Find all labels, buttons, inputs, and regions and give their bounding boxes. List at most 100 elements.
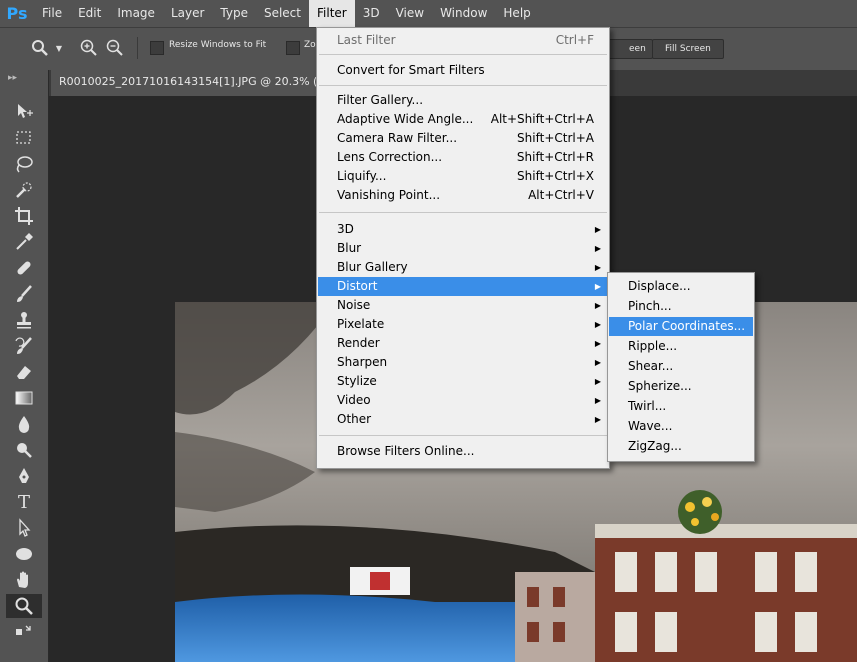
menu-window[interactable]: Window [432,0,495,27]
pen-tool-icon[interactable] [6,464,42,488]
shortcut-label: Shift+Ctrl+X [517,169,594,183]
submenu-item-wave[interactable]: Wave... [609,417,753,436]
menu-separator [319,435,607,436]
submenu-item-ripple[interactable]: Ripple... [609,337,753,356]
menu-item-noise[interactable]: Noise ▶ [318,296,608,315]
menu-item-label: Wave... [628,419,673,433]
menu-image[interactable]: Image [109,0,163,27]
marquee-tool-icon[interactable] [6,126,42,150]
zoom-tool-icon[interactable] [6,594,42,618]
menu-edit[interactable]: Edit [70,0,109,27]
menu-item-label: Convert for Smart Filters [337,63,485,77]
menu-item-3d[interactable]: 3D ▶ [318,220,608,239]
menu-file[interactable]: File [34,0,70,27]
menu-item-label: Video [337,393,371,407]
menu-select[interactable]: Select [256,0,309,27]
submenu-item-polar-coordinates[interactable]: Polar Coordinates... [609,317,753,336]
tools-panel: ▸▸ T [0,70,49,662]
menu-item-vanishing-point[interactable]: Vanishing Point... Alt+Ctrl+V [318,186,608,205]
submenu-arrow-icon: ▶ [594,415,601,424]
hand-tool-icon[interactable] [6,568,42,592]
menu-item-sharpen[interactable]: Sharpen ▶ [318,353,608,372]
zoom-tool-preset-icon[interactable] [28,37,52,59]
menu-item-pixelate[interactable]: Pixelate ▶ [318,315,608,334]
menu-item-label: Lens Correction... [337,150,443,164]
zoom-all-windows-checkbox[interactable] [286,41,300,55]
type-tool-icon[interactable]: T [6,490,42,514]
menu-item-label: Pinch... [628,299,672,313]
menu-item-render[interactable]: Render ▶ [318,334,608,353]
path-selection-tool-icon[interactable] [6,516,42,540]
menu-help[interactable]: Help [495,0,538,27]
menu-item-liquify[interactable]: Liquify... Shift+Ctrl+X [318,167,608,186]
menu-item-label: Render [337,336,380,350]
menu-item-label: Camera Raw Filter... [337,131,458,145]
history-brush-tool-icon[interactable] [6,334,42,358]
submenu-item-twirl[interactable]: Twirl... [609,397,753,416]
dodge-tool-icon[interactable] [6,438,42,462]
blur-tool-icon[interactable] [6,412,42,436]
fill-screen-button[interactable]: Fill Screen [652,39,724,59]
menu-item-label: Liquify... [337,169,387,183]
menu-item-label: 3D [337,222,354,236]
menu-filter[interactable]: Filter [309,0,355,27]
menu-item-label: Ripple... [628,339,678,353]
submenu-arrow-icon: ▶ [594,358,601,367]
edit-toolbar-icon[interactable] [6,620,42,644]
eyedropper-tool-icon[interactable] [6,230,42,254]
quick-selection-tool-icon[interactable] [6,178,42,202]
menu-3d[interactable]: 3D [355,0,388,27]
menu-item-filter-gallery[interactable]: Filter Gallery... [318,91,608,110]
submenu-arrow-icon: ▶ [594,396,601,405]
menu-item-other[interactable]: Other ▶ [318,410,608,429]
menu-item-adaptive-wide-angle[interactable]: Adaptive Wide Angle... Alt+Shift+Ctrl+A [318,110,608,129]
submenu-arrow-icon: ▶ [594,263,601,272]
menu-item-label: Displace... [628,279,691,293]
menu-item-blur-gallery[interactable]: Blur Gallery ▶ [318,258,608,277]
menu-item-label: Noise [337,298,371,312]
eraser-tool-icon[interactable] [6,360,42,384]
menu-item-last-filter: Last Filter Ctrl+F [318,31,608,50]
submenu-item-pinch[interactable]: Pinch... [609,297,753,316]
chevron-down-icon[interactable]: ▼ [54,37,64,59]
clone-stamp-tool-icon[interactable] [6,308,42,332]
shape-tool-icon[interactable] [6,542,42,566]
submenu-arrow-icon: ▶ [594,225,601,234]
menu-item-video[interactable]: Video ▶ [318,391,608,410]
submenu-item-displace[interactable]: Displace... [609,277,753,296]
submenu-arrow-icon: ▶ [594,301,601,310]
submenu-item-zigzag[interactable]: ZigZag... [609,437,753,456]
menu-item-stylize[interactable]: Stylize ▶ [318,372,608,391]
distort-submenu: Displace... Pinch... Polar Coordinates..… [607,272,755,462]
submenu-arrow-icon: ▶ [594,244,601,253]
submenu-arrow-icon: ▶ [594,282,601,291]
menu-separator [319,54,607,55]
menu-item-camera-raw-filter[interactable]: Camera Raw Filter... Shift+Ctrl+A [318,129,608,148]
menu-item-convert-smart-filters[interactable]: Convert for Smart Filters [318,61,608,80]
fit-screen-button[interactable]: een [608,39,653,59]
resize-windows-checkbox[interactable] [150,41,164,55]
menu-item-label: Polar Coordinates... [628,319,746,333]
menu-item-browse-filters-online[interactable]: Browse Filters Online... [318,442,608,461]
spot-healing-tool-icon[interactable] [6,256,42,280]
zoom-out-icon[interactable] [104,37,126,59]
submenu-item-shear[interactable]: Shear... [609,357,753,376]
menu-view[interactable]: View [388,0,432,27]
crop-tool-icon[interactable] [6,204,42,228]
menu-item-distort[interactable]: Distort ▶ [318,277,608,296]
menu-type[interactable]: Type [212,0,256,27]
submenu-item-spherize[interactable]: Spherize... [609,377,753,396]
menu-item-label: ZigZag... [628,439,682,453]
document-tab[interactable]: R0010025_20171016143154[1].JPG @ 20.3% (… [51,70,346,96]
menu-layer[interactable]: Layer [163,0,212,27]
menu-item-blur[interactable]: Blur ▶ [318,239,608,258]
menu-item-label: Filter Gallery... [337,93,424,107]
shortcut-label: Alt+Shift+Ctrl+A [490,112,594,126]
gradient-tool-icon[interactable] [6,386,42,410]
panel-grip-icon[interactable]: ▸▸ [8,73,17,83]
zoom-in-icon[interactable] [78,37,100,59]
brush-tool-icon[interactable] [6,282,42,306]
lasso-tool-icon[interactable] [6,152,42,176]
move-tool-icon[interactable] [6,100,42,124]
menu-item-lens-correction[interactable]: Lens Correction... Shift+Ctrl+R [318,148,608,167]
